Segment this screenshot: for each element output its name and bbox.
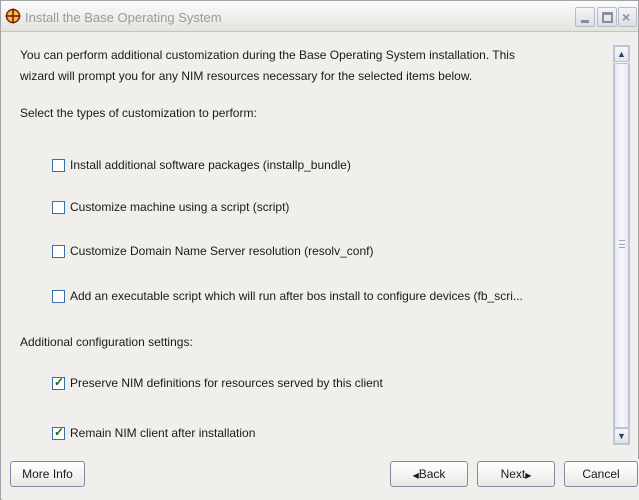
option-label: Remain NIM client after installation <box>70 426 256 440</box>
install-bos-dialog: Install the Base Operating System × You … <box>0 0 639 500</box>
option-label: Customize machine using a script (script… <box>70 200 290 214</box>
scroll-up-button[interactable]: ▲ <box>614 46 629 62</box>
crosshair-target-icon <box>5 8 21 24</box>
option-label: Customize Domain Name Server resolution … <box>70 244 374 258</box>
checkbox[interactable] <box>52 290 65 303</box>
intro-text-line-2: wizard will prompt you for any NIM resou… <box>20 69 473 83</box>
minimize-icon <box>581 20 589 23</box>
button-bar: More Info ◀Back Next▶ Cancel <box>2 459 639 500</box>
checkbox[interactable] <box>52 159 65 172</box>
next-arrow-icon: ▶ <box>525 471 532 480</box>
intro-text-line-1: You can perform additional customization… <box>20 48 515 62</box>
next-label: Next <box>500 467 526 481</box>
more-info-button[interactable]: More Info <box>10 461 85 487</box>
checkbox[interactable] <box>52 245 65 258</box>
customization-section-heading: Select the types of customization to per… <box>20 106 257 120</box>
option-label: Add an executable script which will run … <box>70 289 523 303</box>
close-button[interactable]: × <box>618 7 637 27</box>
next-button[interactable]: Next▶ <box>477 461 555 487</box>
checkmark-icon: ✓ <box>54 375 65 389</box>
checkbox-checked[interactable]: ✓ <box>52 375 65 390</box>
minimize-button[interactable] <box>575 7 595 27</box>
maximize-icon <box>602 12 613 23</box>
back-button[interactable]: ◀Back <box>390 461 468 487</box>
additional-settings-heading: Additional configuration settings: <box>20 335 193 349</box>
grip-icon <box>619 240 625 248</box>
option-label: Preserve NIM definitions for resources s… <box>70 376 383 390</box>
chevron-down-icon: ▼ <box>617 431 626 441</box>
cancel-button[interactable]: Cancel <box>564 461 638 487</box>
chevron-up-icon: ▲ <box>617 49 626 59</box>
content-panel: You can perform additional customization… <box>2 33 613 447</box>
vertical-scrollbar[interactable]: ▲ ▼ <box>613 45 630 445</box>
window-title: Install the Base Operating System <box>25 10 222 25</box>
checkbox-checked[interactable]: ✓ <box>52 425 65 440</box>
checkbox[interactable] <box>52 201 65 214</box>
scroll-down-button[interactable]: ▼ <box>614 428 629 444</box>
back-label: Back <box>418 467 446 481</box>
maximize-button[interactable] <box>597 7 617 27</box>
close-icon: × <box>622 9 631 25</box>
scroll-thumb[interactable] <box>614 63 629 428</box>
title-bar[interactable]: Install the Base Operating System × <box>1 1 638 32</box>
option-label: Install additional software packages (in… <box>70 158 351 172</box>
checkmark-icon: ✓ <box>54 425 65 439</box>
